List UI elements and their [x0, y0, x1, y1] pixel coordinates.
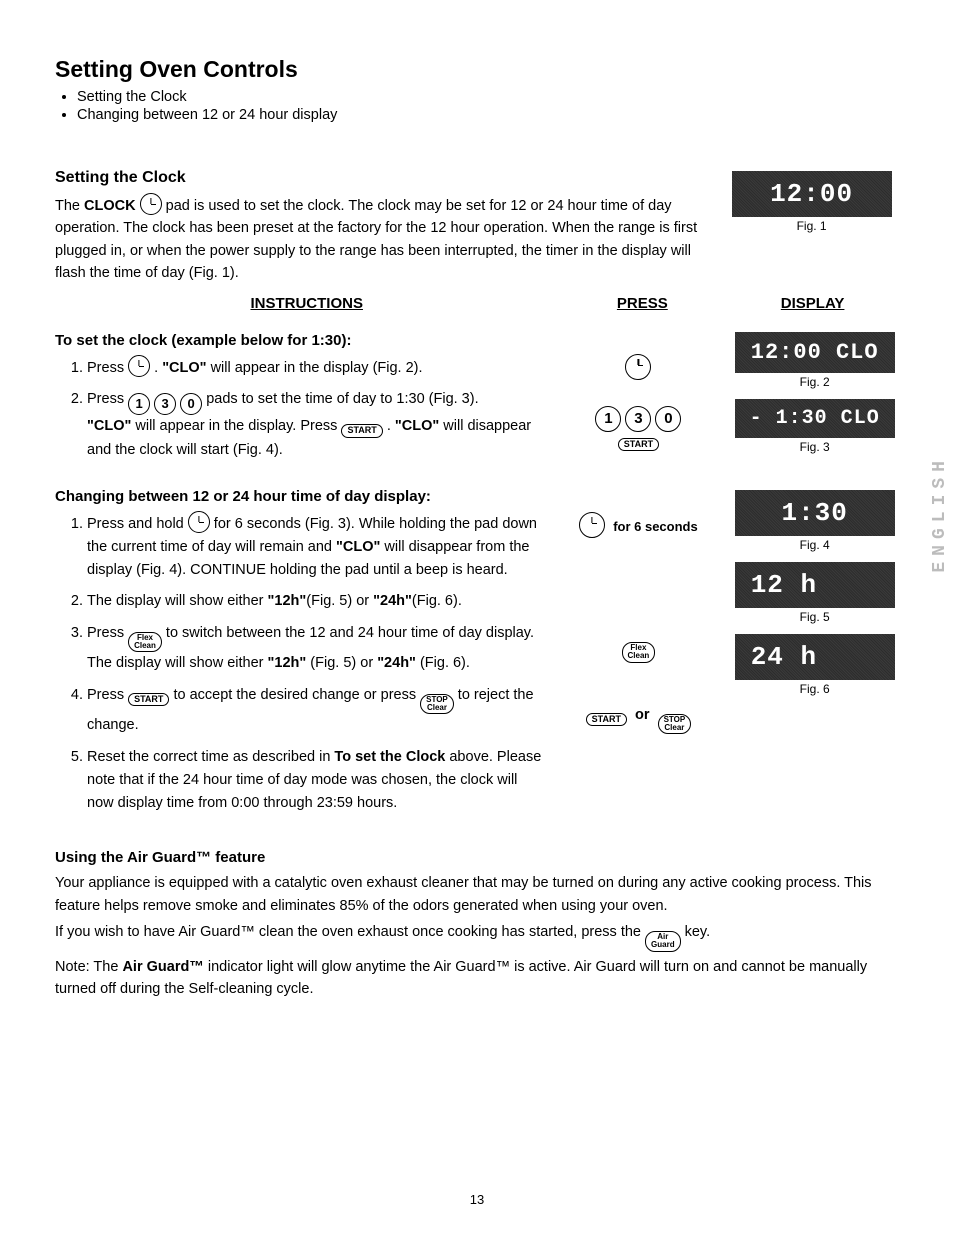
- display-fig1: 12:00: [732, 171, 892, 217]
- col-display: DISPLAY: [781, 295, 845, 312]
- display-fig3: - 1:30 CLO: [735, 399, 895, 438]
- toc-item: Setting the Clock: [77, 89, 899, 105]
- text: The: [55, 198, 84, 214]
- text: Reset the correct time as described in: [87, 749, 334, 765]
- subheading-airguard: Using the Air Guard™ feature: [55, 849, 899, 866]
- subheading-set-clock: To set the clock (example below for 1:30…: [55, 332, 547, 349]
- digit-1-icon: 1: [595, 406, 621, 432]
- instruction-step: Press . "CLO" will appear in the display…: [87, 355, 547, 380]
- digit-0-icon: 0: [655, 406, 681, 432]
- text: Press: [87, 391, 128, 407]
- subheading-1224: Changing between 12 or 24 hour time of d…: [55, 488, 547, 505]
- section-heading-clock: Setting the Clock: [55, 169, 714, 187]
- text-bold: "CLO": [162, 360, 206, 376]
- text-bold: "12h": [268, 655, 307, 671]
- instruction-step: The display will show either "12h"(Fig. …: [87, 590, 547, 613]
- text: The display will show either: [87, 593, 268, 609]
- page-title: Setting Oven Controls: [55, 56, 899, 83]
- digit-3-icon: 3: [154, 393, 176, 415]
- start-button-icon: START: [586, 713, 627, 726]
- text: (Fig. 6).: [412, 593, 462, 609]
- display-fig5: 12 h: [735, 562, 895, 608]
- text-bold: Air Guard™: [122, 959, 203, 975]
- text: .: [383, 418, 395, 434]
- start-button-icon: START: [618, 438, 659, 451]
- text: Press: [87, 625, 128, 641]
- flex-clean-button-icon: FlexClean: [128, 632, 162, 653]
- text: to accept the desired change or press: [169, 687, 420, 703]
- clock-icon: [140, 193, 162, 215]
- toc-list: Setting the Clock Changing between 12 or…: [77, 89, 899, 123]
- fig-caption: Fig. 3: [730, 440, 899, 454]
- flex-clean-button-icon: FlexClean: [622, 642, 656, 663]
- instruction-step: Press 1 3 0 pads to set the time of day …: [87, 388, 547, 462]
- text: .: [150, 360, 162, 376]
- column-headers: INSTRUCTIONS PRESS DISPLAY: [55, 295, 899, 312]
- language-tab: ENGLISH: [930, 455, 950, 573]
- instruction-step: Reset the correct time as described in T…: [87, 746, 547, 816]
- text: Press: [87, 687, 128, 703]
- fig-caption: Fig. 1: [724, 219, 899, 233]
- digit-1-icon: 1: [128, 393, 150, 415]
- airguard-p2: If you wish to have Air Guard™ clean the…: [55, 921, 899, 952]
- airguard-p3: Note: The Air Guard™ indicator light wil…: [55, 956, 899, 1001]
- press-or: or: [635, 707, 650, 723]
- instruction-step: Press and hold for 6 seconds (Fig. 3). W…: [87, 511, 547, 583]
- toc-item: Changing between 12 or 24 hour display: [77, 107, 899, 123]
- text: Note: The: [55, 959, 122, 975]
- clock-intro: The CLOCK pad is used to set the clock. …: [55, 193, 714, 285]
- clock-icon: [579, 512, 605, 538]
- stop-clear-button-icon: STOPClear: [420, 694, 454, 715]
- display-fig2: 12:00 CLO: [735, 332, 895, 373]
- text: Press and hold: [87, 516, 188, 532]
- text-bold: "CLO": [87, 418, 131, 434]
- text: (Fig. 5) or: [306, 655, 377, 671]
- text: Press: [87, 360, 128, 376]
- text: key.: [681, 924, 711, 940]
- fig-caption: Fig. 4: [730, 538, 899, 552]
- text: will appear in the display (Fig. 2).: [207, 360, 423, 376]
- col-instructions: INSTRUCTIONS: [250, 295, 363, 312]
- air-guard-button-icon: AirGuard: [645, 931, 681, 952]
- instruction-step: Press FlexClean to switch between the 12…: [87, 622, 547, 676]
- text: If you wish to have Air Guard™ clean the…: [55, 924, 645, 940]
- text-bold: CLOCK: [84, 198, 136, 214]
- stop-clear-button-icon: STOPClear: [658, 714, 692, 735]
- text: will appear in the display. Press: [131, 418, 341, 434]
- text: (Fig. 5) or: [306, 593, 373, 609]
- text-bold: To set the Clock: [334, 749, 445, 765]
- instruction-step: Press START to accept the desired change…: [87, 684, 547, 738]
- fig-caption: Fig. 2: [730, 375, 899, 389]
- text-bold: "24h": [377, 655, 416, 671]
- clock-icon: [188, 511, 210, 533]
- digit-0-icon: 0: [180, 393, 202, 415]
- press-hold-label: for 6 seconds: [613, 519, 698, 534]
- text-bold: "CLO": [395, 418, 439, 434]
- start-button-icon: START: [128, 693, 169, 706]
- text: pads to set the time of day to 1:30 (Fig…: [206, 391, 478, 407]
- text-bold: "CLO": [336, 539, 380, 555]
- text-bold: "24h": [373, 593, 412, 609]
- airguard-p1: Your appliance is equipped with a cataly…: [55, 872, 899, 917]
- text-bold: "12h": [268, 593, 307, 609]
- display-fig4: 1:30: [735, 490, 895, 536]
- display-fig6: 24 h: [735, 634, 895, 680]
- fig-caption: Fig. 6: [730, 682, 899, 696]
- start-button-icon: START: [341, 424, 382, 437]
- fig-caption: Fig. 5: [730, 610, 899, 624]
- digit-3-icon: 3: [625, 406, 651, 432]
- text: (Fig. 6).: [416, 655, 470, 671]
- page-number: 13: [0, 1192, 954, 1207]
- clock-icon: [625, 354, 651, 380]
- col-press: PRESS: [617, 295, 668, 312]
- clock-icon: [128, 355, 150, 377]
